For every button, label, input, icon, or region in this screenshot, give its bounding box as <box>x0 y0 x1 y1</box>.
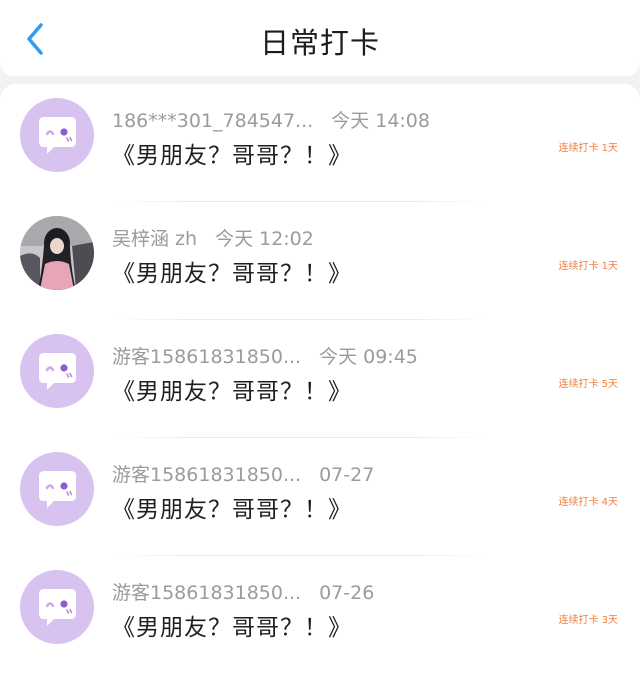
list-item[interactable]: 吴梓涵 zh 今天 12:02 《男朋友？哥哥？！》 连续打卡 1天 <box>0 202 640 320</box>
post-title[interactable]: 《男朋友？哥哥？！》 <box>112 608 352 642</box>
list-item[interactable]: 186***301_784547... 今天 14:08 《男朋友？哥哥？！》 连… <box>0 84 640 202</box>
chat-bubble-avatar-icon <box>39 353 76 390</box>
username: 游客15861831850... <box>112 582 302 604</box>
post-title[interactable]: 《男朋友？哥哥？！》 <box>112 490 352 524</box>
timestamp: 07-26 <box>319 582 375 604</box>
avatar[interactable] <box>20 452 94 526</box>
top-bar: 日常打卡 <box>0 0 640 76</box>
username: 游客15861831850... <box>112 464 302 486</box>
post-title[interactable]: 《男朋友？哥哥？！》 <box>112 254 352 288</box>
chat-bubble-avatar-icon <box>39 589 76 626</box>
chat-bubble-avatar-icon <box>39 117 76 154</box>
checkin-list: 186***301_784547... 今天 14:08 《男朋友？哥哥？！》 连… <box>0 84 640 684</box>
avatar[interactable] <box>20 98 94 172</box>
user-photo-avatar-icon <box>20 216 94 290</box>
streak-badge: 连续打卡 4天 <box>558 497 618 508</box>
avatar[interactable] <box>20 570 94 644</box>
list-item[interactable]: 游客15861831850... 07-26 《男朋友？哥哥？！》 连续打卡 3天 <box>0 556 640 674</box>
username: 186***301_784547... <box>112 110 314 132</box>
avatar[interactable] <box>20 334 94 408</box>
streak-badge: 连续打卡 1天 <box>558 143 618 154</box>
username: 游客15861831850... <box>112 346 302 368</box>
list-item[interactable]: 游客15861831850... 今天 09:45 《男朋友？哥哥？！》 连续打卡… <box>0 320 640 438</box>
list-item[interactable]: 游客15861831850... 07-27 《男朋友？哥哥？！》 连续打卡 4天 <box>0 438 640 556</box>
timestamp: 今天 09:45 <box>319 346 418 368</box>
post-title[interactable]: 《男朋友？哥哥？！》 <box>112 136 352 170</box>
streak-badge: 连续打卡 5天 <box>558 379 618 390</box>
streak-badge: 连续打卡 1天 <box>558 261 618 272</box>
timestamp: 今天 14:08 <box>331 110 430 132</box>
streak-badge: 连续打卡 3天 <box>558 615 618 626</box>
timestamp: 今天 12:02 <box>215 228 314 250</box>
chat-bubble-avatar-icon <box>39 471 76 508</box>
post-title[interactable]: 《男朋友？哥哥？！》 <box>112 372 352 406</box>
avatar[interactable] <box>20 216 94 290</box>
timestamp: 07-27 <box>319 464 375 486</box>
page-title: 日常打卡 <box>259 26 380 60</box>
username: 吴梓涵 zh <box>112 228 198 250</box>
